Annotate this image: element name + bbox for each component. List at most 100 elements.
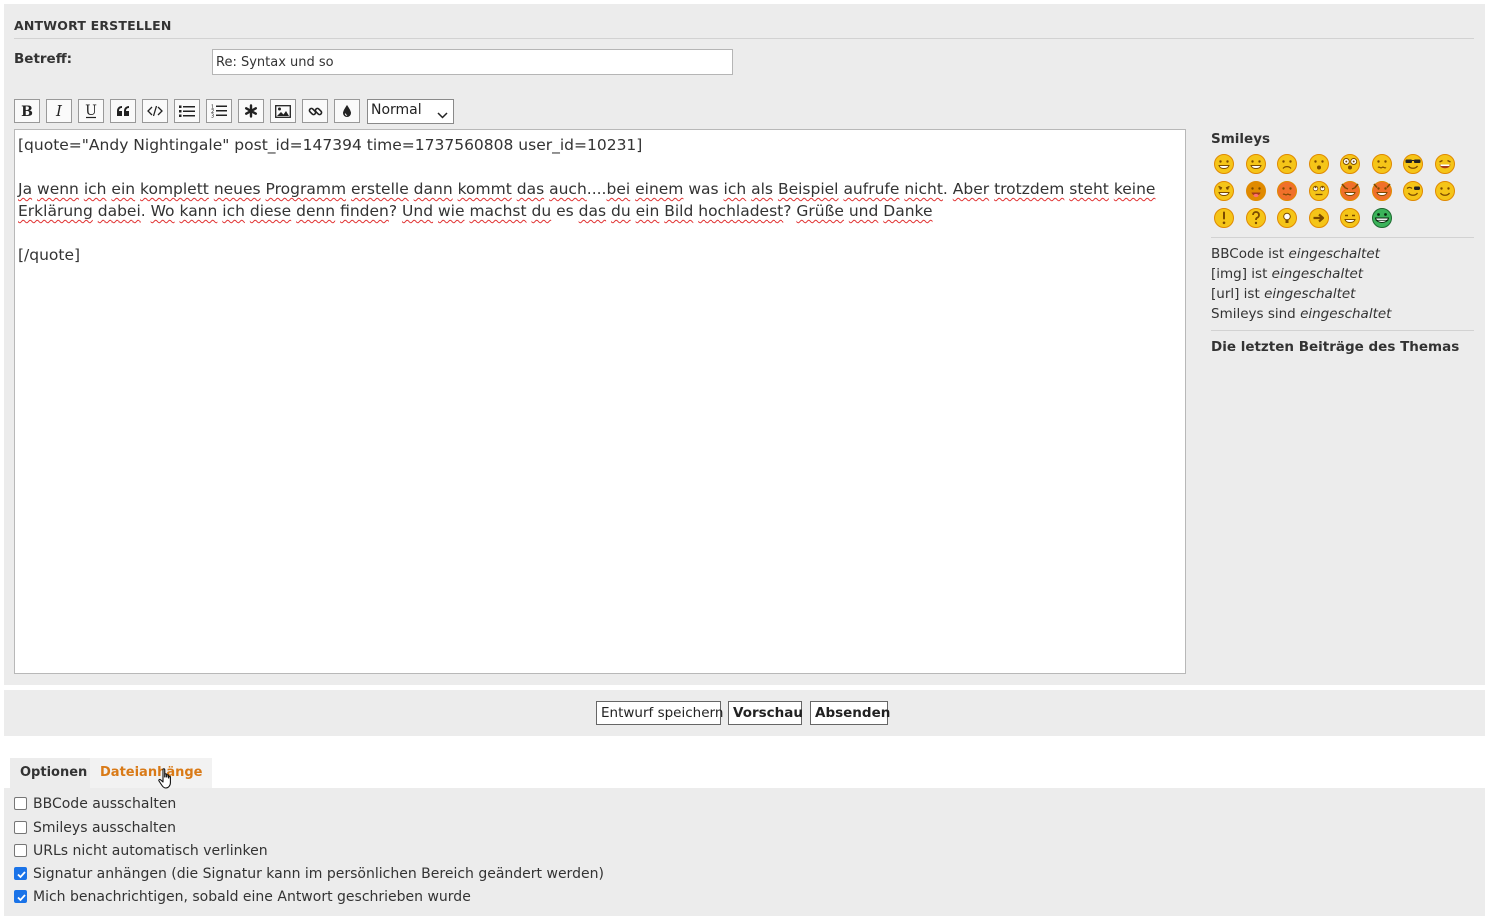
spell-word: nicht — [904, 180, 943, 198]
divider — [14, 38, 1474, 39]
spell-word: erstelle — [350, 180, 409, 198]
spell-word: Ja — [18, 180, 33, 198]
spell-word: komplett — [140, 180, 209, 198]
link-button[interactable] — [302, 99, 328, 123]
color-button[interactable] — [334, 99, 360, 123]
numbered-list-icon: 123 — [211, 104, 227, 118]
smiley-lol-icon[interactable] — [1434, 153, 1456, 175]
bold-button[interactable]: B — [14, 99, 40, 123]
spell-word: ein — [635, 202, 660, 220]
smiley-surprised-icon[interactable] — [1308, 153, 1330, 175]
spell-word: dabei — [97, 202, 141, 220]
smiley-wink-icon[interactable] — [1402, 180, 1424, 202]
preview-button[interactable]: Vorschau — [728, 701, 803, 725]
smiley-biggrin-icon[interactable] — [1213, 153, 1235, 175]
spell-word: du — [531, 202, 552, 220]
underline-button[interactable]: U — [78, 99, 104, 123]
spell-word: Beispiel — [777, 180, 839, 198]
checkbox[interactable] — [14, 844, 27, 857]
submit-button[interactable]: Absenden — [810, 701, 890, 725]
spell-word: trotzdem — [994, 180, 1065, 198]
smiley-question-icon[interactable] — [1245, 207, 1267, 229]
font-size-select[interactable]: Normal — [367, 99, 454, 124]
spell-word: steht — [1069, 180, 1109, 198]
subject-label: Betreff: — [14, 51, 73, 67]
spell-word: ein — [111, 180, 136, 198]
spell-word: machst — [469, 202, 527, 220]
divider — [1211, 330, 1474, 331]
checkbox-checked[interactable] — [14, 867, 27, 880]
smiley-arrow-icon[interactable] — [1308, 207, 1330, 229]
smiley-exclaim-icon[interactable] — [1213, 207, 1235, 229]
smiley-cool-icon[interactable] — [1402, 153, 1424, 175]
smiley-mrgreen-icon[interactable] — [1371, 207, 1393, 229]
editor-line: Ja wenn ich ein komplett neues Programm … — [18, 180, 1156, 198]
spell-word: das — [578, 202, 607, 220]
spell-word: Programm — [265, 180, 347, 198]
link-icon — [308, 104, 323, 119]
bold-icon: B — [20, 104, 34, 118]
smiley-razz-icon[interactable] — [1245, 180, 1267, 202]
smiley-rolleyes-icon[interactable] — [1308, 180, 1330, 202]
editor-blank-line — [18, 156, 1182, 178]
option-label: Signatur anhängen (die Signatur kann im … — [33, 866, 604, 882]
smiley-twisted-evil-icon[interactable] — [1339, 180, 1361, 202]
smiley-smile-icon[interactable] — [1434, 180, 1456, 202]
editor-sidebar: Smileys BBCode ist eingeschaltet [img] i… — [1211, 129, 1474, 355]
spell-word: Erklärung — [18, 202, 93, 220]
spell-word: Danke — [883, 202, 933, 220]
spell-word: diese — [249, 202, 292, 220]
svg-text:3: 3 — [211, 114, 214, 119]
svg-text:B: B — [21, 104, 33, 118]
tab-attachments[interactable]: Dateianhänge — [90, 758, 213, 788]
smiley-confused-icon[interactable] — [1371, 153, 1393, 175]
spell-word: dann — [413, 180, 453, 198]
numbered-list-button[interactable]: 123 — [206, 99, 232, 123]
spell-word: ich — [222, 202, 245, 220]
message-textarea[interactable]: [quote="Andy Nightingale" post_id=147394… — [14, 129, 1186, 674]
spell-word: Grüße — [796, 202, 844, 220]
list-icon — [179, 105, 195, 118]
chevron-down-icon — [437, 107, 448, 123]
checkbox[interactable] — [14, 797, 27, 810]
color-icon — [342, 104, 352, 118]
spell-word: neues — [213, 180, 261, 198]
spell-word: denn — [296, 202, 336, 220]
image-button[interactable] — [270, 99, 296, 123]
subject-input[interactable] — [212, 49, 733, 75]
smiley-idea-icon[interactable] — [1276, 207, 1298, 229]
quote-button[interactable] — [110, 99, 136, 123]
bbcode-status: BBCode ist eingeschaltet — [1211, 246, 1380, 262]
smiley-neutral-icon[interactable] — [1339, 207, 1361, 229]
checkbox-checked[interactable] — [14, 890, 27, 903]
list-item-button[interactable] — [238, 99, 264, 123]
smileys-title: Smileys — [1211, 131, 1271, 147]
smiley-redface-icon[interactable] — [1276, 180, 1298, 202]
list-button[interactable] — [174, 99, 200, 123]
spell-word: keine — [1113, 180, 1156, 198]
smiley-mad-icon[interactable] — [1213, 180, 1235, 202]
svg-text:I: I — [55, 104, 63, 118]
spell-word: ich — [723, 180, 747, 198]
img-status: [img] ist eingeschaltet — [1211, 266, 1364, 282]
spell-word: kann — [179, 202, 218, 220]
quote-icon — [116, 105, 130, 117]
smiley-eek-icon[interactable] — [1339, 153, 1361, 175]
option-label: Smileys ausschalten — [33, 820, 177, 836]
spell-word: Bild — [664, 202, 694, 220]
smiley-grin-icon[interactable] — [1245, 153, 1267, 175]
checkbox[interactable] — [14, 821, 27, 834]
code-button[interactable] — [142, 99, 168, 123]
spell-word: aufrufe — [843, 180, 900, 198]
options-panel: BBCode ausschalten Smileys ausschalten U… — [4, 788, 1485, 916]
smiley-evil-icon[interactable] — [1371, 180, 1393, 202]
spell-word: wie — [437, 202, 465, 220]
spell-word: auch — [549, 180, 587, 198]
smiley-sad-icon[interactable] — [1276, 153, 1298, 175]
save-draft-button[interactable]: Entwurf speichern — [596, 701, 723, 725]
reply-panel: ANTWORT ERSTELLEN Betreff: B I U 123 — [4, 4, 1485, 685]
tab-options[interactable]: Optionen — [10, 758, 98, 788]
italic-button[interactable]: I — [46, 99, 72, 123]
editor-line: Erklärung dabei. Wo kann ich diese denn … — [18, 202, 933, 220]
spell-word: finden — [340, 202, 389, 220]
